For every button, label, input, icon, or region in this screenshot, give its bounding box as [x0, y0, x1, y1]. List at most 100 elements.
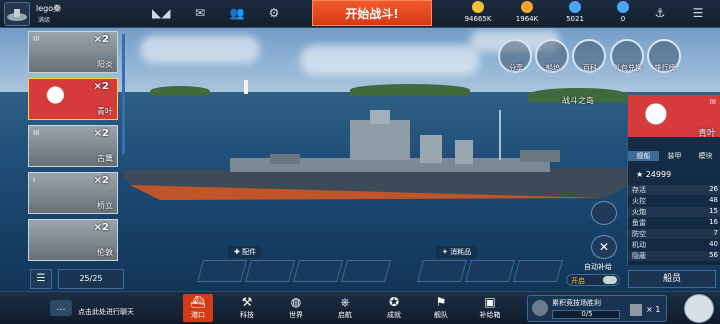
star-icon — [521, 1, 533, 13]
crew-button[interactable]: 船员 — [628, 270, 716, 288]
ship-power: ★ 24999 — [636, 170, 672, 179]
stat-key: 鱼雷 — [632, 219, 646, 227]
ship-tier: I — [33, 176, 36, 184]
island — [150, 86, 210, 96]
tab-achievements[interactable]: ✪ 成就 — [379, 294, 409, 322]
ship-list-scrollbar[interactable] — [122, 34, 125, 154]
tab-modules[interactable]: 模块 — [690, 151, 720, 161]
xp-multiplier: ×2 — [93, 128, 109, 139]
gem-icon — [569, 1, 581, 13]
resource-premium[interactable]: 0 — [598, 1, 648, 27]
diamond-icon — [617, 1, 629, 13]
ship-name: 阳炎 — [97, 60, 113, 69]
resource-credits[interactable]: 94665K — [453, 1, 503, 27]
xp-multiplier: ×2 — [93, 222, 109, 233]
ship-name: 古鹰 — [97, 154, 113, 163]
stat-key: 火控 — [632, 197, 646, 205]
player-level: 满级 — [38, 17, 51, 24]
ship-card[interactable]: I ×2 桥立 — [28, 172, 118, 214]
stat-value: 40 — [709, 240, 718, 248]
tab-fleet[interactable]: ⚑ 舰队 — [426, 294, 456, 322]
arena-reward: × 1 — [646, 305, 661, 314]
consumable-slot[interactable] — [465, 260, 515, 282]
tab-sail[interactable]: ⎈ 启航 — [330, 294, 360, 322]
gear-icon[interactable]: ⚙ — [266, 6, 282, 20]
player-avatar[interactable] — [4, 2, 30, 26]
arena-quest[interactable]: 累积竞技场胜利 0/5 × 1 — [527, 295, 667, 322]
globe-icon: ◍ — [290, 295, 302, 309]
stat-key: 火炮 — [632, 208, 646, 216]
supply-box-icon: ▣ — [484, 295, 496, 309]
tab-label: 舰队 — [434, 311, 448, 319]
shield-icon[interactable] — [591, 201, 617, 225]
tab-ship[interactable]: 舰船 — [628, 151, 659, 161]
resource-value: 0 — [620, 15, 626, 23]
ship-card-selected[interactable]: ×2 青叶 — [28, 78, 118, 120]
ranking-button[interactable]: 排行榜 — [647, 39, 681, 73]
medal-icon: ✪ — [388, 295, 400, 309]
encyclopedia-button[interactable]: 百科 — [572, 39, 606, 73]
consumables-text: 消耗品 — [450, 248, 472, 256]
port-anchor-icon[interactable]: ⚓ — [652, 6, 668, 20]
part-slot[interactable] — [245, 260, 295, 282]
auto-supply-toggle[interactable]: 开启 — [566, 274, 620, 286]
ship-stats-panel: III 青叶 舰船 装甲 模块 ★ 24999 存活 26 火控 48 火炮 1… — [627, 95, 720, 265]
chat-icon[interactable]: … — [50, 300, 72, 316]
coin-icon — [472, 1, 484, 13]
consumable-slot[interactable] — [417, 260, 467, 282]
ship-tier: III — [709, 98, 716, 106]
toggle-knob — [603, 276, 617, 284]
resource-gold[interactable]: 5021 — [550, 1, 600, 27]
reward-box-icon — [630, 304, 642, 316]
ship-tier: III — [33, 129, 40, 137]
mail-icon[interactable]: ✉ — [192, 6, 208, 20]
consumable-slot[interactable] — [513, 260, 563, 282]
stat-value: 16 — [709, 218, 718, 226]
start-battle-button[interactable]: 开始战斗! — [312, 0, 432, 26]
rank-badge-icon[interactable]: ◣◢ — [152, 6, 170, 20]
bottom-bar: … 点击此处进行聊天 ⛴ 港口 ⚒ 科技 ◍ 世界 ⎈ 启航 ✪ 成就 ⚑ 舰队… — [0, 291, 720, 324]
dock-button[interactable]: 船坞 — [535, 39, 569, 73]
ship-list[interactable]: III ×2 阳炎 ×2 青叶 III ×2 古鹰 I ×2 桥立 ×2 伦敦 — [28, 31, 120, 265]
stat-value: 15 — [709, 207, 718, 215]
port-icon: ⛴ — [190, 295, 206, 309]
tab-world[interactable]: ◍ 世界 — [281, 294, 311, 322]
ship-count: 25/25 — [58, 269, 124, 289]
warship[interactable] — [120, 110, 640, 210]
sail-icon: ⎈ — [340, 295, 350, 309]
tab-port[interactable]: ⛴ 港口 — [183, 294, 213, 322]
ship-card[interactable]: III ×2 古鹰 — [28, 125, 118, 167]
parts-text: 配件 — [242, 248, 257, 256]
ship-name: 桥立 — [97, 201, 113, 210]
tab-label: 世界 — [289, 311, 303, 319]
ship-name: 青叶 — [97, 107, 113, 116]
wrench-icon[interactable]: ✕ — [591, 235, 617, 259]
lighthouse — [244, 80, 248, 94]
part-slot[interactable] — [341, 260, 391, 282]
gift-code-button[interactable]: 礼包兑换 — [610, 39, 644, 73]
stat-row: 存活 26 — [628, 185, 720, 195]
part-slot[interactable] — [197, 260, 247, 282]
tab-tech[interactable]: ⚒ 科技 — [232, 294, 262, 322]
friends-icon[interactable]: 👥 — [229, 6, 245, 20]
cloud — [140, 35, 260, 63]
stat-row: 防空 7 — [628, 229, 720, 239]
tab-armor[interactable]: 装甲 — [659, 151, 690, 161]
list-view-icon[interactable]: ☰ — [30, 269, 52, 289]
tab-supply-box[interactable]: ▣ 补给箱 — [475, 294, 505, 322]
xp-multiplier: ×2 — [93, 81, 109, 92]
stat-value: 48 — [709, 196, 718, 204]
captain-avatar[interactable] — [684, 294, 714, 323]
auto-supply-label: 自动补给 — [584, 263, 612, 271]
arena-icon — [532, 300, 548, 316]
stat-key: 防空 — [632, 230, 646, 238]
tab-label: 成就 — [387, 311, 401, 319]
part-slot[interactable] — [293, 260, 343, 282]
menu-icon[interactable]: ☰ — [690, 6, 706, 20]
resource-experience[interactable]: 1964K — [502, 1, 552, 27]
arena-title: 累积竞技场胜利 — [552, 299, 601, 307]
chat-input[interactable]: 点击此处进行聊天 — [78, 307, 134, 317]
ship-card[interactable]: ×2 伦敦 — [28, 219, 118, 261]
share-button[interactable]: 分享 — [498, 39, 532, 73]
ship-card[interactable]: III ×2 阳炎 — [28, 31, 118, 73]
